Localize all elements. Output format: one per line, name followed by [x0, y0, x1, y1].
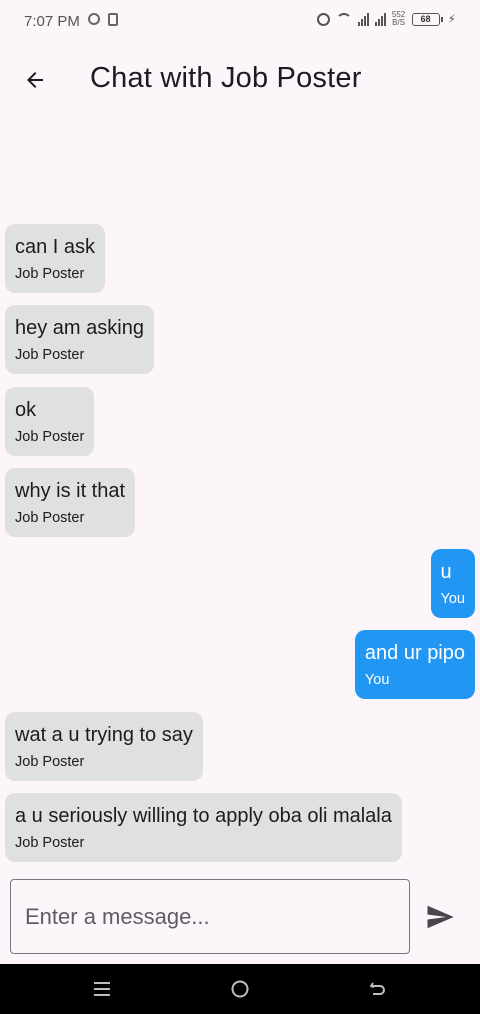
status-system-icons: 552 B/S 68 ⚡: [316, 10, 456, 27]
home-circle-icon: [231, 980, 249, 998]
message-bubble-mine: and ur pipo You: [354, 630, 475, 699]
menu-icon: [94, 982, 110, 996]
nav-menu-button[interactable]: [88, 975, 116, 1003]
send-button[interactable]: [420, 897, 460, 937]
system-nav-bar: [0, 964, 480, 1014]
alarm-icon: [316, 12, 330, 26]
charging-icon: ⚡: [447, 12, 456, 26]
message-list[interactable]: can I ask Job Poster hey am asking Job P…: [0, 116, 480, 866]
message-sender: Job Poster: [15, 347, 85, 363]
sim-icon: [108, 13, 118, 26]
back-button[interactable]: [18, 63, 52, 97]
message-sender: Job Poster: [15, 510, 85, 526]
message-bubble-mine: u You: [430, 549, 475, 618]
signal-icon: [357, 12, 369, 26]
message-bubble: hey am asking Job Poster: [5, 305, 154, 374]
status-bar: 7:07 PM 552 B/S 68 ⚡: [0, 0, 480, 44]
signal-icon-2: [374, 12, 386, 26]
nav-back-button[interactable]: [364, 975, 392, 1003]
message-sender: Job Poster: [15, 835, 85, 851]
page-title: Chat with Job Poster: [90, 62, 362, 94]
vpn-icon: [88, 13, 100, 25]
send-icon: [427, 905, 454, 929]
status-time: 7:07 PM: [24, 13, 80, 30]
message-text: ok: [15, 399, 37, 421]
wifi-icon: [335, 13, 352, 25]
message-sender: You: [364, 672, 390, 688]
message-text: hey am asking: [15, 317, 144, 339]
status-notification-icons: [88, 13, 118, 26]
message-composer: [0, 870, 480, 964]
message-text: why is it that: [15, 480, 126, 502]
message-bubble: ok Job Poster: [5, 387, 95, 456]
message-sender: Job Poster: [15, 754, 85, 770]
message-text: a u seriously willing to apply oba oli m…: [15, 805, 392, 827]
message-sender: You: [440, 591, 465, 607]
arrow-left-icon: [27, 72, 43, 88]
message-bubble: a u seriously willing to apply oba oli m…: [5, 793, 402, 862]
message-sender: Job Poster: [15, 266, 85, 282]
message-bubble: why is it that Job Poster: [5, 468, 136, 537]
nav-home-button[interactable]: [226, 975, 254, 1003]
message-sender: Job Poster: [15, 429, 85, 445]
message-input[interactable]: [10, 879, 410, 954]
message-bubble: wat a u trying to say Job Poster: [5, 712, 203, 781]
network-speed: 552 B/S: [391, 10, 406, 27]
message-text: can I ask: [15, 236, 96, 258]
message-bubble: can I ask Job Poster: [5, 224, 106, 293]
chat-screen: 7:07 PM 552 B/S 68 ⚡ Chat with Job Poste…: [0, 0, 480, 1014]
message-text: u: [440, 561, 452, 583]
battery-icon: 68: [411, 12, 443, 26]
message-text: and ur pipo: [364, 642, 465, 664]
app-bar: Chat with Job Poster: [0, 44, 480, 116]
back-gesture-icon: [370, 982, 385, 995]
battery-level: 68: [420, 14, 431, 24]
message-text: wat a u trying to say: [15, 724, 193, 746]
